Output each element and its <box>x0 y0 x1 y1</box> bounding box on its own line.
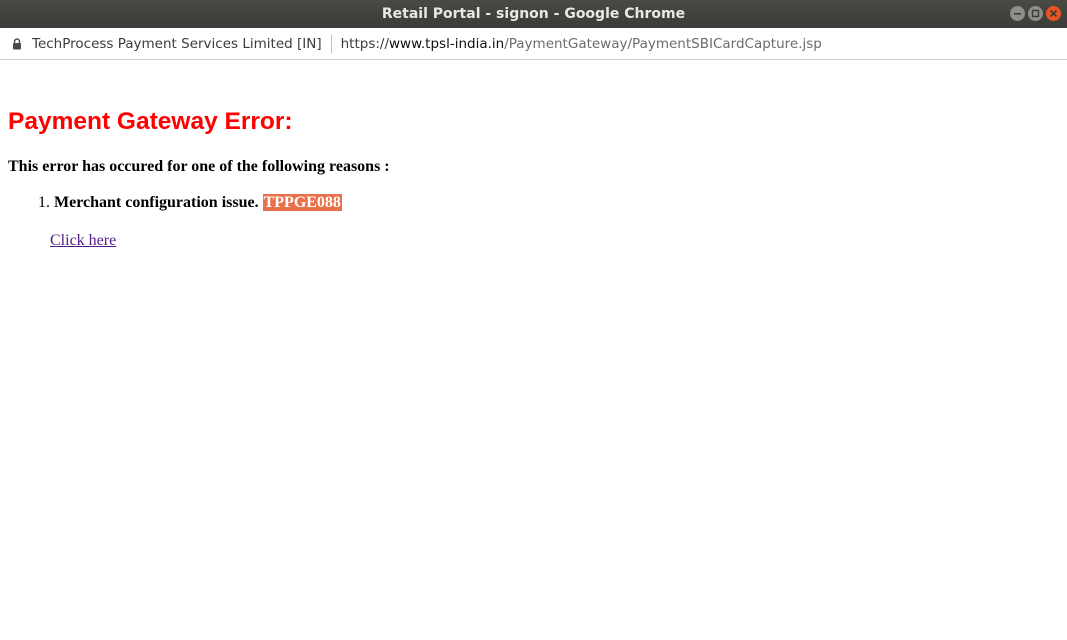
window-title: Retail Portal - signon - Google Chrome <box>381 6 686 22</box>
url-path: /PaymentGateway/PaymentSBICardCapture.js… <box>504 35 822 52</box>
page-content: Payment Gateway Error: This error has oc… <box>0 60 1067 640</box>
click-here-link[interactable]: Click here <box>50 232 116 250</box>
reason-label: Merchant configuration issue. <box>54 194 259 211</box>
window-titlebar: Retail Portal - signon - Google Chrome <box>0 0 1067 28</box>
list-item-text: Merchant configuration issue. TPPGE088 <box>54 194 342 212</box>
lock-icon[interactable] <box>12 37 22 50</box>
address-bar[interactable]: TechProcess Payment Services Limited [IN… <box>0 28 1067 60</box>
window-controls <box>1010 6 1061 21</box>
list-item: 1. Merchant configuration issue. TPPGE08… <box>8 194 342 212</box>
reason-list: 1. Merchant configuration issue. TPPGE08… <box>8 194 342 212</box>
list-item-number: 1. <box>38 194 50 211</box>
secure-org-label[interactable]: TechProcess Payment Services Limited [IN… <box>32 36 322 52</box>
reason-intro: This error has occured for one of the fo… <box>8 158 390 175</box>
page-title: Payment Gateway Error: <box>8 108 293 135</box>
url-domain: www.tpsl-india.in <box>389 35 505 52</box>
address-separator <box>330 34 332 53</box>
maximize-icon[interactable] <box>1028 6 1043 21</box>
close-icon[interactable] <box>1046 6 1061 21</box>
url-text[interactable]: https://www.tpsl-india.in/PaymentGateway… <box>341 36 822 52</box>
minimize-icon[interactable] <box>1010 6 1025 21</box>
url-scheme: https:// <box>340 35 389 52</box>
error-code-badge: TPPGE088 <box>262 194 342 211</box>
